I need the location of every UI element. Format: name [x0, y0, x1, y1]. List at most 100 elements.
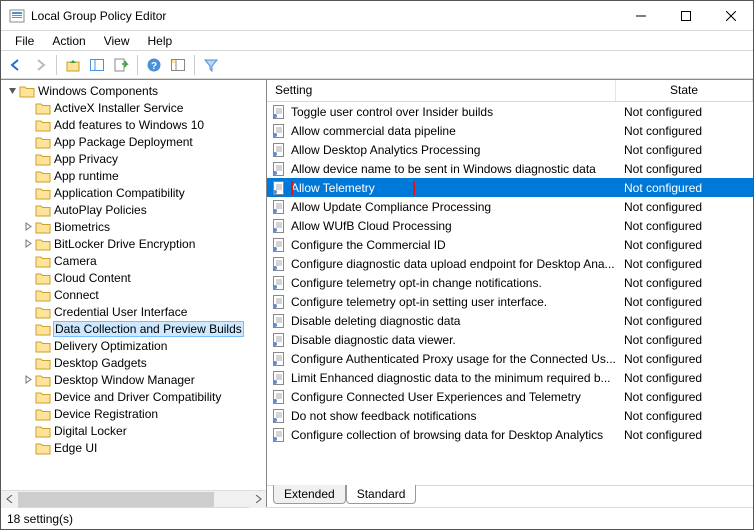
- tree-item[interactable]: Camera: [1, 252, 266, 269]
- forward-button[interactable]: [29, 54, 51, 76]
- list-row[interactable]: Allow Desktop Analytics ProcessingNot co…: [267, 140, 753, 159]
- tab-extended[interactable]: Extended: [273, 485, 346, 504]
- toolbar: ?: [1, 51, 753, 79]
- tree-label: Camera: [54, 254, 97, 268]
- list-row[interactable]: Allow Update Compliance ProcessingNot co…: [267, 197, 753, 216]
- tree-item[interactable]: Data Collection and Preview Builds: [1, 320, 266, 337]
- tree-item[interactable]: AutoPlay Policies: [1, 201, 266, 218]
- tree-item[interactable]: Delivery Optimization: [1, 337, 266, 354]
- policy-icon: [271, 275, 287, 291]
- list-row[interactable]: Toggle user control over Insider buildsN…: [267, 102, 753, 121]
- policy-icon: [271, 370, 287, 386]
- tree-item[interactable]: Device Registration: [1, 405, 266, 422]
- tree-item[interactable]: Cloud Content: [1, 269, 266, 286]
- setting-state: Not configured: [618, 314, 753, 328]
- back-button[interactable]: [5, 54, 27, 76]
- up-button[interactable]: [62, 54, 84, 76]
- tree-item[interactable]: Edge UI: [1, 439, 266, 456]
- list-row[interactable]: Do not show feedback notificationsNot co…: [267, 406, 753, 425]
- tree-label: App Privacy: [54, 152, 118, 166]
- tree-item[interactable]: BitLocker Drive Encryption: [1, 235, 266, 252]
- list-row[interactable]: Configure diagnostic data upload endpoin…: [267, 254, 753, 273]
- tree-root[interactable]: Windows Components: [1, 82, 266, 99]
- folder-icon: [35, 356, 51, 370]
- list-row[interactable]: Allow WUfB Cloud ProcessingNot configure…: [267, 216, 753, 235]
- tree-item[interactable]: App Privacy: [1, 150, 266, 167]
- tree-label: AutoPlay Policies: [54, 203, 147, 217]
- policy-icon: [271, 294, 287, 310]
- list-row[interactable]: Configure telemetry opt-in change notifi…: [267, 273, 753, 292]
- policy-icon: [271, 332, 287, 348]
- setting-state: Not configured: [618, 181, 753, 195]
- scroll-thumb[interactable]: [18, 492, 214, 507]
- tree-item[interactable]: Connect: [1, 286, 266, 303]
- setting-name: Configure Authenticated Proxy usage for …: [291, 352, 618, 366]
- minimize-button[interactable]: [618, 1, 663, 31]
- setting-name: Limit Enhanced diagnostic data to the mi…: [291, 371, 618, 385]
- tab-standard[interactable]: Standard: [346, 485, 417, 504]
- menu-view[interactable]: View: [96, 33, 138, 49]
- list-row[interactable]: Allow commercial data pipelineNot config…: [267, 121, 753, 140]
- tree-item[interactable]: Add features to Windows 10: [1, 116, 266, 133]
- menu-file[interactable]: File: [7, 33, 42, 49]
- folder-icon: [35, 305, 51, 319]
- setting-name: Configure telemetry opt-in setting user …: [291, 295, 618, 309]
- list-row[interactable]: Limit Enhanced diagnostic data to the mi…: [267, 368, 753, 387]
- list-row[interactable]: Allow device name to be sent in Windows …: [267, 159, 753, 178]
- expand-icon[interactable]: [21, 222, 35, 231]
- scroll-track[interactable]: [18, 491, 249, 508]
- tree-label: Application Compatibility: [54, 186, 185, 200]
- setting-state: Not configured: [618, 219, 753, 233]
- list-row[interactable]: Disable deleting diagnostic dataNot conf…: [267, 311, 753, 330]
- policy-icon: [271, 199, 287, 215]
- toolbar-separator: [194, 55, 195, 75]
- setting-state: Not configured: [618, 257, 753, 271]
- setting-name: Allow WUfB Cloud Processing: [291, 219, 618, 233]
- list-row[interactable]: Configure collection of browsing data fo…: [267, 425, 753, 444]
- column-header-setting[interactable]: Setting: [267, 80, 616, 101]
- tree-pane: Windows ComponentsActiveX Installer Serv…: [1, 80, 267, 507]
- column-header-row: Setting State: [267, 80, 753, 102]
- collapse-icon[interactable]: [5, 86, 19, 95]
- list-row[interactable]: Configure the Commercial IDNot configure…: [267, 235, 753, 254]
- tree-item[interactable]: Application Compatibility: [1, 184, 266, 201]
- scroll-right-icon[interactable]: [249, 491, 266, 508]
- tree-item[interactable]: App runtime: [1, 167, 266, 184]
- list-row[interactable]: Configure Connected User Experiences and…: [267, 387, 753, 406]
- list-row[interactable]: Disable diagnostic data viewer.Not confi…: [267, 330, 753, 349]
- tree-view[interactable]: Windows ComponentsActiveX Installer Serv…: [1, 80, 266, 490]
- menu-help[interactable]: Help: [140, 33, 181, 49]
- list-row[interactable]: Configure telemetry opt-in setting user …: [267, 292, 753, 311]
- list-row[interactable]: Configure Authenticated Proxy usage for …: [267, 349, 753, 368]
- properties-button[interactable]: [167, 54, 189, 76]
- list-row[interactable]: Allow TelemetryNot configured: [267, 178, 753, 197]
- setting-name: Allow device name to be sent in Windows …: [291, 162, 618, 176]
- expand-icon[interactable]: [21, 239, 35, 248]
- filter-button[interactable]: [200, 54, 222, 76]
- tree-item[interactable]: Desktop Gadgets: [1, 354, 266, 371]
- help-button[interactable]: ?: [143, 54, 165, 76]
- list-body[interactable]: Toggle user control over Insider buildsN…: [267, 102, 753, 481]
- tree-item[interactable]: Biometrics: [1, 218, 266, 235]
- tree-item[interactable]: Digital Locker: [1, 422, 266, 439]
- expand-icon[interactable]: [21, 375, 35, 384]
- tree-item[interactable]: App Package Deployment: [1, 133, 266, 150]
- show-hide-tree-button[interactable]: [86, 54, 108, 76]
- setting-state: Not configured: [618, 124, 753, 138]
- h-scrollbar[interactable]: [1, 490, 266, 507]
- export-button[interactable]: [110, 54, 132, 76]
- app-icon: [9, 8, 25, 24]
- maximize-button[interactable]: [663, 1, 708, 31]
- scroll-left-icon[interactable]: [1, 491, 18, 508]
- close-button[interactable]: [708, 1, 753, 31]
- policy-icon: [271, 161, 287, 177]
- tree-item[interactable]: Device and Driver Compatibility: [1, 388, 266, 405]
- column-header-state[interactable]: State: [616, 80, 753, 101]
- tree-item[interactable]: Credential User Interface: [1, 303, 266, 320]
- tree-item[interactable]: Desktop Window Manager: [1, 371, 266, 388]
- policy-icon: [271, 389, 287, 405]
- tree-item[interactable]: ActiveX Installer Service: [1, 99, 266, 116]
- setting-state: Not configured: [618, 295, 753, 309]
- menu-action[interactable]: Action: [44, 33, 93, 49]
- setting-state: Not configured: [618, 428, 753, 442]
